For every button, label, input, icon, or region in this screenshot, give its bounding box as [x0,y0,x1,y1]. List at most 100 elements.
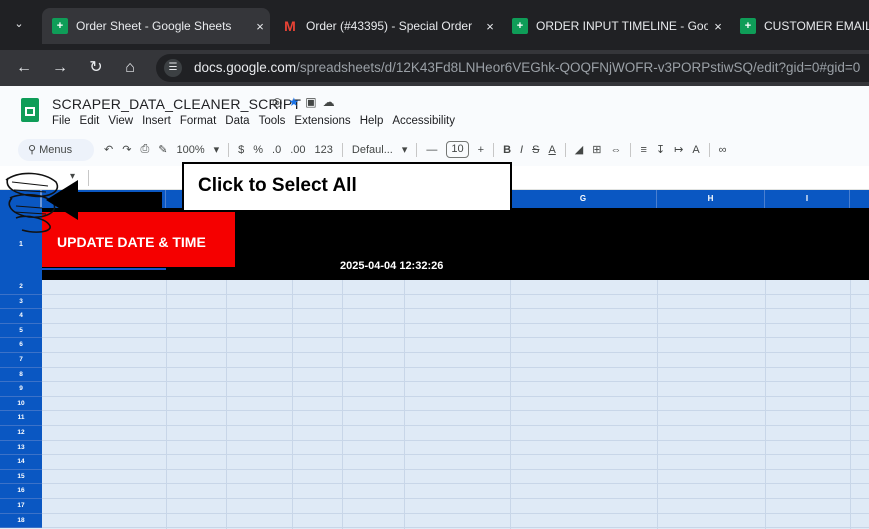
decrease-decimal-button[interactable]: .0 [272,144,281,156]
column-gridline [657,280,658,529]
datetime-value: 2025-04-04 12:32:26 [340,260,444,272]
tab-close-icon[interactable]: × [708,19,728,34]
site-info-icon[interactable]: ☰ [164,59,182,77]
text-wrap-icon[interactable]: ↦ [674,143,683,156]
menu-accessibility[interactable]: Accessibility [392,115,455,127]
tab-title: ORDER INPUT TIMELINE - Goog [536,19,708,33]
row-header[interactable]: 13 [0,440,42,456]
cloud-status-icon[interactable]: ☁ [323,95,335,109]
row-header[interactable]: 8 [0,367,42,383]
row-header[interactable]: 11 [0,411,42,426]
menu-data[interactable]: Data [225,115,249,127]
font-size-input[interactable]: 10 [446,141,469,158]
menu-tools[interactable]: Tools [259,115,286,127]
font-size-increase-icon[interactable]: + [478,144,484,156]
document-title-icons: ◎ ★ ▣ ☁ [272,95,335,109]
column-header-g[interactable]: G [510,190,657,208]
back-arrow-icon[interactable]: ← [14,58,34,78]
undo-icon[interactable]: ↶ [104,143,113,156]
toolbar-divider [493,142,495,157]
star-icon[interactable]: ★ [288,95,299,109]
menu-help[interactable]: Help [360,115,384,127]
text-color-icon[interactable]: A [548,144,555,156]
zoom-select[interactable]: 100% [176,144,204,156]
vertical-align-icon[interactable]: ↧ [656,143,665,156]
row-header[interactable]: 16 [0,484,42,499]
tab-customer-emails[interactable]: + CUSTOMER EMAILS FO [730,8,869,44]
increase-decimal-button[interactable]: .00 [290,144,305,156]
menu-extensions[interactable]: Extensions [294,115,350,127]
strikethrough-icon[interactable]: S [532,144,539,156]
home-icon[interactable]: ⌂ [120,58,140,78]
insert-link-icon[interactable]: ∞ [719,144,727,156]
toolbar-divider [564,142,566,157]
document-title[interactable]: SCRAPER_DATA_CLEANER_SCRIPT [52,96,301,112]
row-header[interactable]: 12 [0,426,42,441]
merge-cells-icon[interactable]: ⇔ [610,144,621,156]
row-header[interactable]: 9 [0,382,42,397]
column-header[interactable] [850,190,869,208]
print-icon[interactable]: ⎙ [140,143,149,156]
text-rotation-icon[interactable]: A [692,144,699,156]
tab-close-icon[interactable]: × [480,19,500,34]
column-gridline [226,280,227,529]
number-format-button[interactable]: 123 [315,144,333,156]
row-header[interactable]: 4 [0,309,42,324]
chevron-down-icon[interactable]: ▾ [214,143,220,156]
row-header[interactable]: 6 [0,338,42,353]
menu-insert[interactable]: Insert [142,115,171,127]
tab-search-icon[interactable]: ⌄ [10,14,28,34]
row-header[interactable]: 5 [0,323,42,339]
sheets-icon: + [512,18,528,34]
column-gridline [404,280,405,529]
row-header[interactable]: 15 [0,469,42,485]
tab-order-sheet[interactable]: + Order Sheet - Google Sheets × [42,8,270,44]
percent-format-button[interactable]: % [253,144,263,156]
menus-search[interactable]: ⚲ Menus [18,139,94,161]
row-header[interactable]: 14 [0,455,42,470]
borders-icon[interactable]: ⊞ [592,143,601,156]
row-header[interactable]: 10 [0,396,42,412]
column-gridline [166,280,167,529]
row-header[interactable]: 3 [0,294,42,310]
address-bar[interactable]: ☰ docs.google.com/spreadsheets/d/12K43Fd… [156,54,869,82]
bold-button[interactable]: B [503,144,511,156]
paint-format-icon[interactable]: ✎ [158,143,167,156]
font-select[interactable]: Defaul... [352,144,393,156]
callout-text: Click to Select All [198,175,357,196]
toolbar-divider [708,142,710,157]
column-gridline [342,280,343,529]
sheets-logo-icon[interactable] [21,98,39,122]
font-size-decrease-icon[interactable]: — [426,144,437,156]
forward-arrow-icon[interactable]: → [50,58,70,78]
selected-cell-border [42,268,166,270]
horizontal-align-icon[interactable]: ≡ [640,144,646,156]
row-header[interactable]: 18 [0,513,42,529]
row-header[interactable]: 2 [0,280,42,295]
row-header[interactable]: 7 [0,353,42,368]
currency-format-button[interactable]: $ [238,144,244,156]
row-header[interactable]: 17 [0,499,42,514]
sheets-menubar: File Edit View Insert Format Data Tools … [52,115,455,127]
tab-order-input-timeline[interactable]: + ORDER INPUT TIMELINE - Goog × [502,8,728,44]
empty-rows: 2 3 4 5 6 7 8 9 10 11 12 13 14 15 16 17 18 [0,280,869,529]
chevron-down-icon[interactable]: ▾ [402,143,408,156]
column-header-i[interactable]: I [765,190,850,208]
italic-button[interactable]: I [520,144,523,156]
menu-view[interactable]: View [108,115,133,127]
label-icon[interactable]: ◎ [272,95,282,109]
reload-icon[interactable]: ↻ [86,58,106,78]
tab-gmail-order[interactable]: M Order (#43395) - Special Order × [272,8,500,44]
column-header-h[interactable]: H [657,190,765,208]
tab-close-icon[interactable]: × [250,19,270,34]
sheets-icon: + [52,18,68,34]
move-folder-icon[interactable]: ▣ [305,95,316,109]
url-text[interactable]: docs.google.com/spreadsheets/d/12K43Fd8L… [194,60,860,75]
redo-icon[interactable]: ↷ [122,143,131,156]
menu-edit[interactable]: Edit [80,115,100,127]
toolbar-divider [341,142,343,157]
menu-format[interactable]: Format [180,115,216,127]
url-path: /spreadsheets/d/12K43Fd8LNHeor6VEGhk-QOQ… [296,60,861,75]
fill-color-icon[interactable]: ◢ [575,143,583,156]
menu-file[interactable]: File [52,115,71,127]
